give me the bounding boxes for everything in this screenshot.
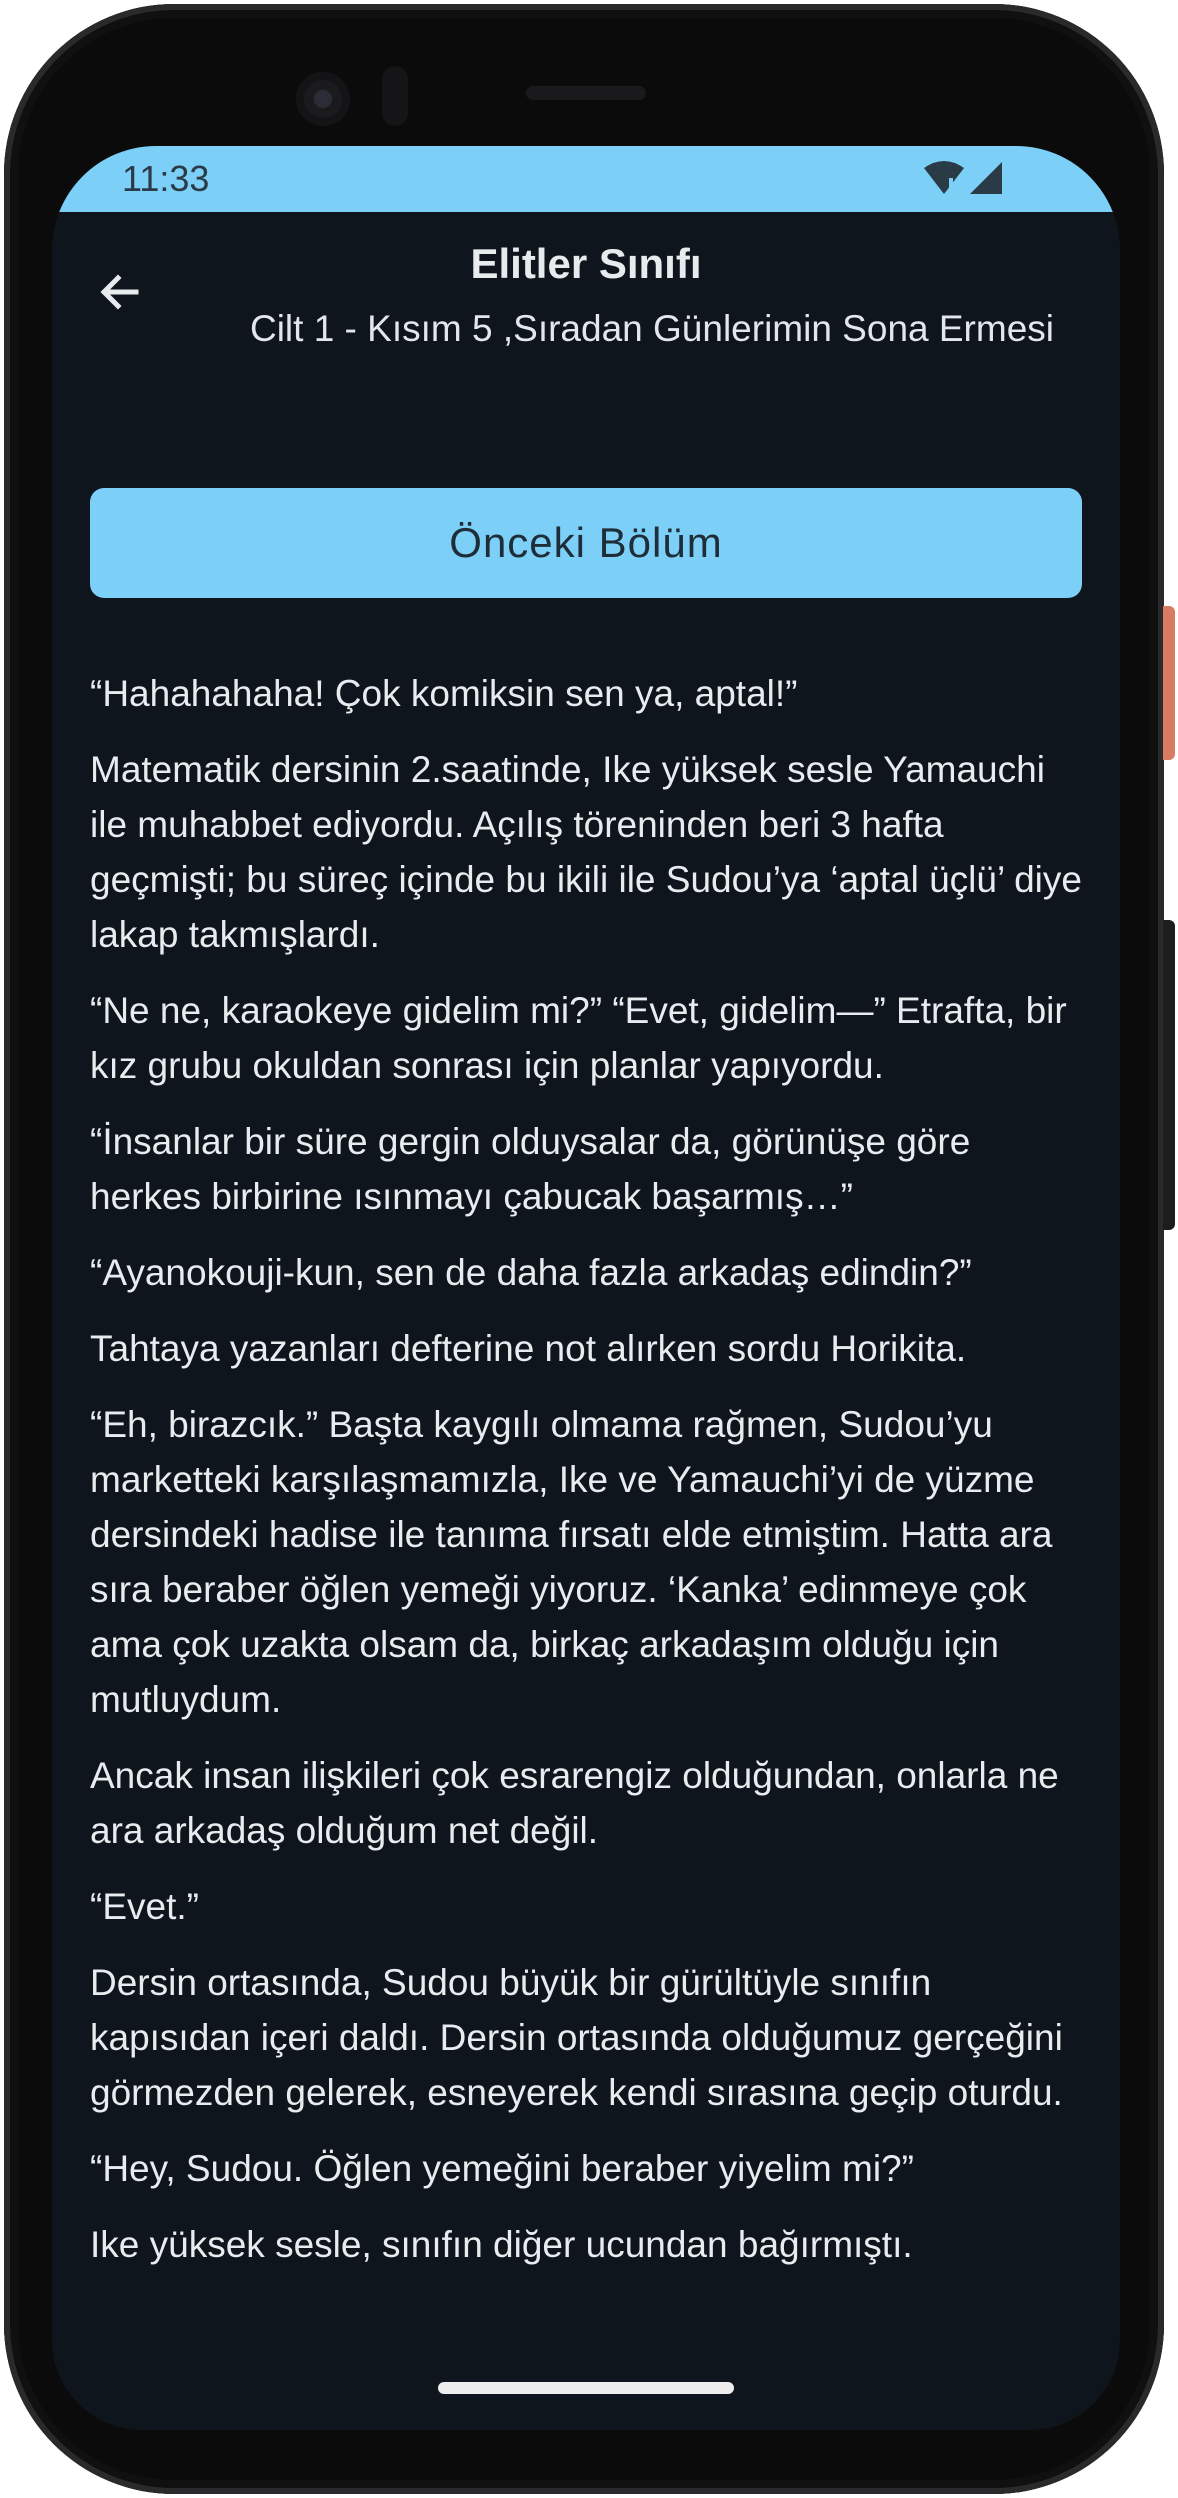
status-icons (920, 158, 1010, 202)
paragraph: Matematik dersinin 2.saatinde, Ike yükse… (90, 749, 1082, 955)
paragraph: Ancak insan ilişkileri çok esrarengiz ol… (90, 1755, 1059, 1851)
app-screen: 11:33 Elitler Sınıfı Cilt 1 - Kısım 5 ,S… (52, 146, 1120, 2430)
series-title: Elitler Sınıfı (470, 240, 702, 287)
status-icons-svg (924, 161, 1002, 194)
home-indicator[interactable] (438, 2382, 734, 2394)
front-camera (296, 72, 350, 126)
paragraph: “Hahahahaha! Çok komiksin sen ya, aptal!… (90, 673, 798, 714)
paragraph: “Ayanokouji-kun, sen de daha fazla arkad… (90, 1252, 972, 1293)
status-time: 11:33 (122, 158, 210, 199)
app-header: Elitler Sınıfı Cilt 1 - Kısım 5 ,Sıradan… (52, 212, 1120, 372)
cell-signal-icon (970, 162, 1002, 194)
volume-button (1163, 920, 1175, 1230)
paragraph: “Evet.” (90, 1886, 199, 1927)
chapter-subtitle: Cilt 1 - Kısım 5 ,Sıradan Günlerimin Son… (249, 308, 1054, 349)
proximity-sensor (382, 66, 408, 126)
paragraph: “Eh, birazcık.” Başta kaygılı olmama rağ… (90, 1404, 1053, 1720)
paragraph: Tahtaya yazanları defterine not alırken … (90, 1328, 967, 1369)
paragraph: “Ne ne, karaokeye gidelim mi?” “Evet, gi… (90, 990, 1067, 1086)
wifi-alert-icon (924, 161, 964, 194)
previous-chapter-button[interactable]: Önceki Bölüm (90, 488, 1082, 598)
chapter-text[interactable]: “Hahahahaha! Çok komiksin sen ya, aptal!… (90, 666, 1090, 2311)
paragraph: Dersin ortasında, Sudou büyük bir gürült… (90, 1962, 1063, 2113)
paragraph: “İnsanlar bir süre gergin olduysalar da,… (90, 1121, 971, 1217)
paragraph: Ike yüksek sesle, sınıfın diğer ucundan … (90, 2224, 913, 2265)
status-bar: 11:33 (52, 146, 1120, 212)
power-button (1163, 606, 1175, 760)
earpiece-speaker (526, 86, 646, 100)
paragraph: “Hey, Sudou. Öğlen yemeğini beraber yiye… (90, 2148, 914, 2189)
